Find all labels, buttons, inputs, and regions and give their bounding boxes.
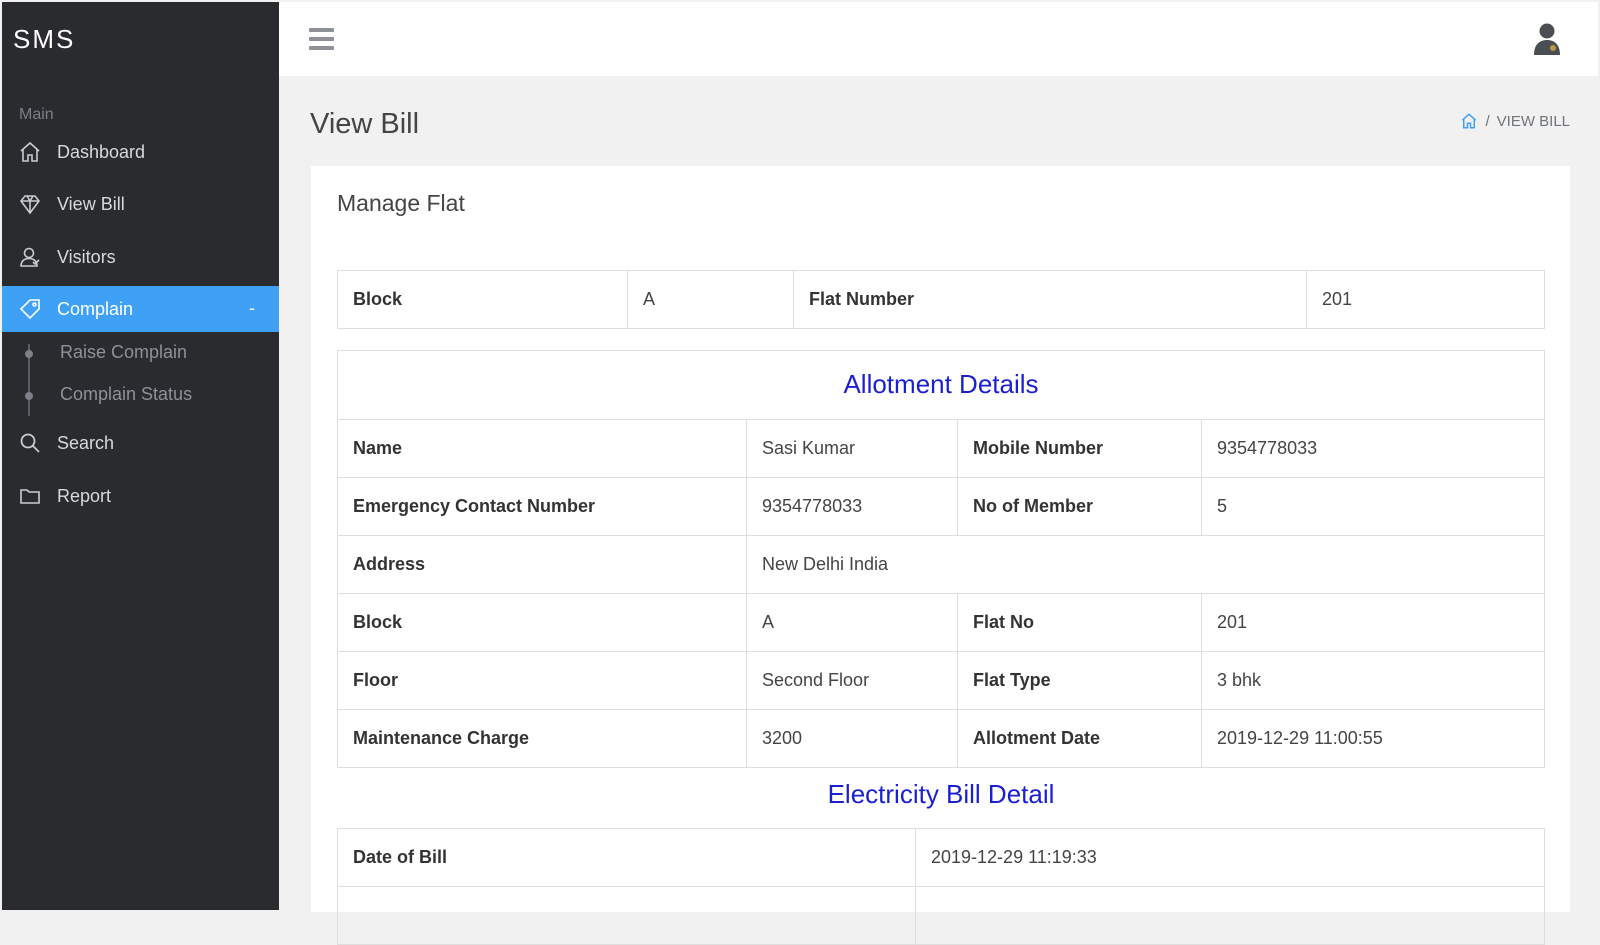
table-cell-value: 9354778033 — [746, 477, 958, 536]
sidebar-item-complain[interactable]: Complain - — [2, 286, 279, 332]
table-cell-value: 5 — [1201, 477, 1545, 536]
table-cell-label: Flat Type — [957, 651, 1202, 710]
table-cell-label: Mobile Number — [957, 419, 1202, 478]
home-icon — [20, 141, 40, 162]
table-cell-value: 9354778033 — [1201, 419, 1545, 478]
submenu-dot — [25, 392, 33, 400]
diamond-icon — [19, 195, 41, 215]
table-cell-label: Flat Number — [793, 270, 1307, 329]
table-cell-value: A — [627, 270, 794, 329]
table-cell-value — [915, 886, 1545, 945]
collapse-toggle[interactable]: - — [249, 298, 255, 319]
table-cell-label: Emergency Contact Number — [337, 477, 747, 536]
table-row: Date of Bill 2019-12-29 11:19:33 — [337, 828, 1545, 887]
table-cell-label — [337, 886, 916, 945]
sidebar-section-label: Main — [19, 106, 54, 123]
table-row: Block A Flat No 201 — [337, 593, 1545, 652]
table-cell-value: A — [746, 593, 958, 652]
sidebar-item-search[interactable]: Search — [2, 420, 279, 466]
table-cell-label: Floor — [337, 651, 747, 710]
table-cell-value: Second Floor — [746, 651, 958, 710]
sidebar-item-label: View Bill — [57, 194, 125, 214]
table-cell-label: Maintenance Charge — [337, 709, 747, 768]
sidebar-item-report[interactable]: Report — [2, 473, 279, 519]
allotment-table: Name Sasi Kumar Mobile Number 9354778033… — [337, 419, 1545, 768]
sidebar-subitem-raise-complain[interactable]: Raise Complain — [60, 342, 187, 363]
tag-icon — [19, 299, 40, 320]
top-bar — [279, 2, 1598, 76]
sidebar-subitem-complain-status[interactable]: Complain Status — [60, 384, 192, 405]
table-cell-label: Address — [337, 535, 747, 594]
table-cell-label: Allotment Date — [957, 709, 1202, 768]
user-icon — [20, 247, 40, 267]
sidebar-item-label: Dashboard — [57, 142, 146, 162]
manage-flat-card: Manage Flat Block A Flat Number 201 Allo… — [311, 166, 1570, 945]
table-cell-label: Date of Bill — [337, 828, 916, 887]
menu-icon[interactable] — [309, 28, 334, 50]
allotment-heading: Allotment Details — [843, 369, 1039, 399]
table-cell-value: New Delhi India — [746, 535, 1545, 594]
table-cell-label: Block — [337, 270, 628, 329]
breadcrumb: / VIEW BILL — [1460, 112, 1570, 130]
table-cell-label: Flat No — [957, 593, 1202, 652]
flat-summary-table: Block A Flat Number 201 — [337, 270, 1545, 329]
breadcrumb-separator: / — [1485, 112, 1490, 130]
home-icon[interactable] — [1460, 112, 1478, 130]
sidebar-item-label: Report — [57, 486, 112, 506]
table-cell-value: 3200 — [746, 709, 958, 768]
table-cell-label: Block — [337, 593, 747, 652]
sidebar-item-label: Visitors — [57, 247, 116, 267]
sidebar-item-dashboard[interactable]: Dashboard — [2, 129, 279, 175]
table-row: Emergency Contact Number 9354778033 No o… — [337, 477, 1545, 536]
electricity-table: Date of Bill 2019-12-29 11:19:33 — [337, 828, 1545, 945]
table-row — [337, 886, 1545, 945]
electricity-heading: Electricity Bill Detail — [827, 779, 1055, 809]
table-cell-value: Sasi Kumar — [746, 419, 958, 478]
avatar[interactable] — [1532, 22, 1562, 56]
search-icon — [20, 433, 40, 453]
table-row: Floor Second Floor Flat Type 3 bhk — [337, 651, 1545, 710]
sidebar-item-label: Complain — [57, 299, 134, 319]
sidebar-item-visitors[interactable]: Visitors — [2, 234, 279, 280]
sidebar-item-label: Search — [57, 433, 115, 453]
page-title: View Bill — [310, 108, 420, 140]
table-cell-value: 3 bhk — [1201, 651, 1545, 710]
table-cell-label: Name — [337, 419, 747, 478]
sidebar: SMS Main Dashboard View Bill Visitors Co… — [2, 2, 279, 910]
table-cell-value: 201 — [1201, 593, 1545, 652]
table-row: Block A Flat Number 201 — [337, 270, 1545, 329]
table-cell-value: 2019-12-29 11:19:33 — [915, 828, 1545, 887]
table-row: Name Sasi Kumar Mobile Number 9354778033 — [337, 419, 1545, 478]
card-title: Manage Flat — [337, 190, 465, 216]
table-cell-label: No of Member — [957, 477, 1202, 536]
brand-logo[interactable]: SMS — [13, 24, 75, 55]
sidebar-item-view-bill[interactable]: View Bill — [2, 181, 279, 227]
table-row: Address New Delhi India — [337, 535, 1545, 594]
folder-icon — [20, 489, 40, 504]
table-row: Maintenance Charge 3200 Allotment Date 2… — [337, 709, 1545, 768]
breadcrumb-current: VIEW BILL — [1496, 112, 1570, 130]
table-cell-value: 201 — [1306, 270, 1545, 329]
submenu-dot — [25, 350, 33, 358]
table-cell-value: 2019-12-29 11:00:55 — [1201, 709, 1545, 768]
